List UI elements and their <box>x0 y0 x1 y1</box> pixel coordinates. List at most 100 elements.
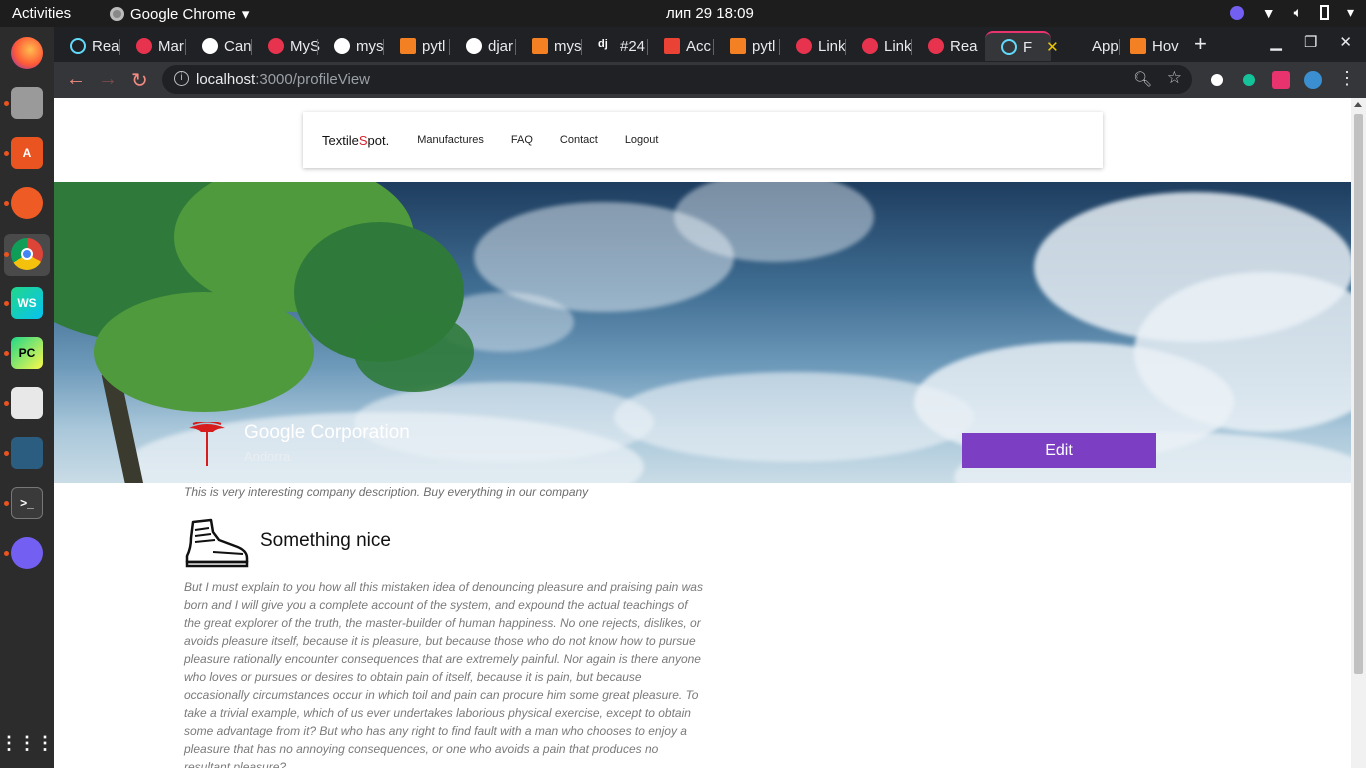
postman-icon[interactable] <box>11 187 43 219</box>
browser-tab-strip: Rea Mar Can MyS mys pytl djar mys dj #24 … <box>54 27 1366 62</box>
firefox-icon[interactable] <box>11 37 43 69</box>
opera-icon <box>862 38 878 54</box>
stackoverflow-icon <box>400 38 416 54</box>
chevron-down-icon: ▾ <box>241 6 250 23</box>
boot-icon <box>185 518 249 568</box>
stackoverflow-icon <box>532 38 548 54</box>
browser-tab[interactable]: Acc <box>648 31 714 61</box>
terminal-icon[interactable]: >_ <box>11 487 43 519</box>
running-indicator <box>4 201 9 206</box>
window-controls: ▁ ❐ ✕ <box>1270 33 1352 51</box>
browser-tab[interactable]: MyS <box>252 31 320 61</box>
browser-tab[interactable]: Link <box>780 31 846 61</box>
text-editor-icon[interactable] <box>11 387 43 419</box>
close-window-icon[interactable]: ✕ <box>1339 33 1352 51</box>
item-title: Something nice <box>260 530 391 551</box>
running-indicator <box>4 451 9 456</box>
viber-tray-icon[interactable] <box>1229 5 1244 20</box>
app-menu[interactable]: Google Chrome ▾ <box>110 5 249 23</box>
clock[interactable]: лип 29 18:09 <box>666 5 754 22</box>
record-icon <box>928 38 944 54</box>
battery-icon[interactable] <box>1319 5 1329 20</box>
opera-icon <box>136 38 152 54</box>
nav-link-faq[interactable]: FAQ <box>511 134 533 146</box>
react-icon <box>70 38 86 54</box>
browser-tab[interactable]: Can <box>186 31 252 61</box>
opera-icon <box>268 38 284 54</box>
browser-tab[interactable]: App <box>1054 31 1120 61</box>
nav-link-contact[interactable]: Contact <box>560 134 598 146</box>
edit-profile-button[interactable]: Edit <box>962 433 1156 468</box>
browser-tab[interactable]: Mar <box>120 31 186 61</box>
activities-button[interactable]: Activities <box>12 5 71 22</box>
nav-link-logout[interactable]: Logout <box>625 134 659 146</box>
dock: A WS PC >_ ⋮⋮⋮ <box>0 27 54 768</box>
pycharm-icon[interactable]: PC <box>11 337 43 369</box>
address-bar[interactable]: i localhost:3000/profileView 🔍︎ ☆ <box>162 65 1192 94</box>
profile-avatar-icon[interactable] <box>1304 71 1322 89</box>
running-indicator <box>4 351 9 356</box>
files-icon[interactable] <box>11 87 43 119</box>
nav-link-manufactures[interactable]: Manufactures <box>417 134 484 146</box>
browser-tab[interactable]: Link <box>846 31 912 61</box>
bookmark-star-icon[interactable]: ☆ <box>1167 68 1182 88</box>
item-description: But I must explain to you how all this m… <box>184 580 703 768</box>
puzzle-extensions-icon[interactable] <box>1272 71 1290 89</box>
google-icon <box>202 38 218 54</box>
app-name: Google Chrome <box>130 5 236 23</box>
company-logo <box>189 422 225 466</box>
browser-tab[interactable]: Hov <box>1114 31 1180 61</box>
browser-tab[interactable]: pytl <box>384 31 450 61</box>
system-top-bar: Activities Google Chrome ▾ лип 29 18:09 … <box>0 0 1366 27</box>
system-tray[interactable]: ▼ 🔈︎ ▾ <box>1229 4 1354 21</box>
chrome-icon[interactable] <box>11 238 43 270</box>
browser-tab[interactable]: mys <box>318 31 384 61</box>
blank-icon <box>1070 38 1086 54</box>
page-viewport: TextileSpot. Manufactures FAQ Contact Lo… <box>54 98 1366 768</box>
url-text[interactable]: localhost:3000/profileView <box>196 71 370 88</box>
stackoverflow-icon <box>1130 38 1146 54</box>
browser-tab[interactable]: pytl <box>714 31 780 61</box>
company-name: Google Corporation <box>244 422 410 443</box>
minimize-icon[interactable]: ▁ <box>1270 33 1282 51</box>
software-center-icon[interactable]: A <box>11 137 43 169</box>
running-indicator <box>4 252 9 257</box>
webstorm-icon[interactable]: WS <box>11 287 43 319</box>
browser-tab[interactable]: djar <box>450 31 516 61</box>
gmail-icon <box>664 38 680 54</box>
maximize-icon[interactable]: ❐ <box>1304 33 1317 51</box>
scrollbar-thumb[interactable] <box>1354 114 1363 674</box>
running-indicator <box>4 401 9 406</box>
site-navbar: TextileSpot. Manufactures FAQ Contact Lo… <box>303 112 1103 168</box>
scroll-up-icon[interactable] <box>1354 102 1362 107</box>
volume-icon[interactable]: 🔈︎ <box>1294 4 1302 21</box>
django-icon: dj <box>598 38 608 50</box>
grammarly-icon[interactable] <box>1240 71 1258 89</box>
opera-icon <box>796 38 812 54</box>
browser-tab[interactable]: mys <box>516 31 582 61</box>
chevron-down-icon[interactable]: ▾ <box>1347 4 1354 21</box>
running-indicator <box>4 301 9 306</box>
viber-icon[interactable] <box>11 537 43 569</box>
app-grid-icon[interactable]: ⋮⋮⋮ <box>0 727 54 759</box>
site-logo[interactable]: TextileSpot. <box>322 133 389 148</box>
back-arrow-icon[interactable]: ← <box>66 68 86 91</box>
wifi-icon[interactable]: ▼ <box>1262 5 1276 21</box>
page-scrollbar[interactable] <box>1351 98 1366 768</box>
new-tab-button[interactable]: + <box>1194 31 1207 57</box>
extension-icon[interactable] <box>1208 71 1226 89</box>
zoom-icon[interactable]: 🔍︎ <box>1133 70 1152 88</box>
mysql-workbench-icon[interactable] <box>11 437 43 469</box>
browser-tab[interactable]: dj #24 <box>582 31 648 61</box>
more-menu-icon[interactable]: ⋮ <box>1338 68 1356 89</box>
browser-toolbar: ← → ↻ i localhost:3000/profileView 🔍︎ ☆ … <box>54 62 1366 98</box>
browser-tab[interactable]: Rea <box>912 31 978 61</box>
reload-icon[interactable]: ↻ <box>131 68 148 93</box>
forward-arrow-icon[interactable]: → <box>98 68 118 91</box>
browser-tab[interactable]: Rea <box>54 31 120 61</box>
react-icon <box>1001 39 1017 55</box>
google-icon <box>334 38 350 54</box>
company-country: Andorra <box>244 449 291 464</box>
browser-tab-active[interactable]: F ✕ <box>985 31 1059 61</box>
info-icon[interactable]: i <box>174 71 189 86</box>
